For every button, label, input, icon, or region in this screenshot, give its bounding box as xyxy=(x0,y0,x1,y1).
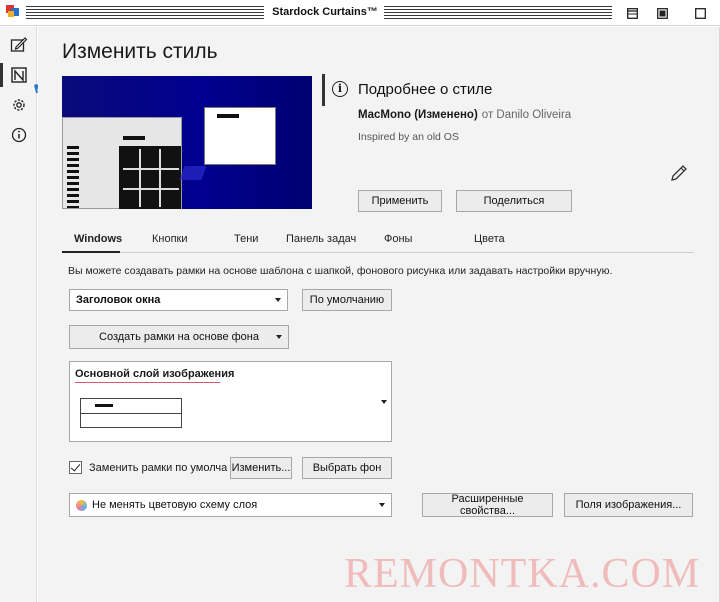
base-layer-title: Основной слой изображения xyxy=(75,368,235,380)
preview-cell xyxy=(123,188,179,190)
info-bar xyxy=(322,74,325,106)
preview-lines xyxy=(67,146,79,208)
title-bar-stripes-right xyxy=(384,6,612,20)
default-button[interactable]: По умолчанию xyxy=(302,289,392,311)
settings-gear-icon xyxy=(12,99,25,111)
info-icon: i xyxy=(332,81,348,97)
chevron-down-icon xyxy=(276,335,282,339)
title-bar-stripes-left xyxy=(26,6,264,20)
rail-item-styles[interactable] xyxy=(0,31,37,59)
tab-buttons[interactable]: Кнопки xyxy=(152,233,188,245)
window-title: Stardock Curtains™ xyxy=(270,6,380,18)
preview-cell xyxy=(139,149,141,207)
layer-underline xyxy=(75,382,220,383)
style-preview xyxy=(62,76,312,209)
style-author: от Danilo Oliveira xyxy=(481,109,572,121)
style-edit-icon xyxy=(10,37,27,52)
image-fields-button[interactable]: Поля изображения... xyxy=(564,493,693,517)
create-frames-dropdown[interactable]: Создать рамки на основе фона xyxy=(69,325,289,349)
replace-frames-checkbox[interactable] xyxy=(69,461,82,474)
title-element-value: Заголовок окна xyxy=(76,294,161,306)
layer-thumbnail xyxy=(80,398,182,428)
tab-windows[interactable]: Windows xyxy=(74,233,122,245)
tab-shadows[interactable]: Тени xyxy=(234,233,258,245)
tab-taskbar[interactable]: Панель задач xyxy=(286,233,356,245)
restore-button[interactable] xyxy=(652,3,672,23)
preview-stripe xyxy=(179,166,207,180)
tab-bar: Windows Кнопки Тени Панель задач Фоны Цв… xyxy=(62,227,694,253)
maximize-icon xyxy=(626,7,638,19)
app-logo-icon xyxy=(6,5,20,19)
restore-icon xyxy=(656,7,668,19)
preview-window-back xyxy=(62,117,182,209)
chevron-down-icon xyxy=(275,298,281,302)
rail-item-about[interactable] xyxy=(0,121,37,149)
title-bar: Stardock Curtains™ xyxy=(0,0,720,26)
color-scheme-value: Не менять цветовую схему слоя xyxy=(92,499,258,511)
tab-underline xyxy=(62,251,120,253)
page-title: Изменить стиль xyxy=(62,40,218,63)
layer-thumb-split xyxy=(81,413,181,414)
style-name-line: MacMono (Изменено) от Danilo Oliveira xyxy=(358,109,571,121)
preview-bar xyxy=(217,114,239,118)
change-button[interactable]: Изменить... xyxy=(230,457,292,479)
style-name: MacMono (Изменено) xyxy=(358,109,478,121)
pick-background-button[interactable]: Выбрать фон xyxy=(302,457,392,479)
info-icon xyxy=(11,127,26,143)
share-button[interactable]: Поделиться xyxy=(456,190,572,212)
tab-backgrounds[interactable]: Фоны xyxy=(384,233,412,245)
main-panel: Изменить стиль i Подробнее о стиле MacMo… xyxy=(38,27,720,602)
base-layer-selector[interactable]: Основной слой изображения xyxy=(69,361,392,442)
style-description: Inspired by an old OS xyxy=(358,131,459,143)
style-info-heading: Подробнее о стиле xyxy=(358,81,493,98)
preview-cell xyxy=(159,149,161,207)
preview-cell xyxy=(123,168,179,170)
title-element-select[interactable]: Заголовок окна xyxy=(69,289,288,311)
apply-button[interactable]: Применить xyxy=(358,190,442,212)
style-designer-icon xyxy=(10,67,27,83)
close-icon xyxy=(694,7,706,19)
chevron-down-icon xyxy=(381,400,387,404)
layer-thumb-bar xyxy=(95,404,113,407)
color-scheme-select[interactable]: Не менять цветовую схему слоя xyxy=(69,493,392,517)
preview-pane xyxy=(119,146,181,209)
maximize-button[interactable] xyxy=(622,3,642,23)
chevron-down-icon xyxy=(379,503,385,507)
advanced-properties-button[interactable]: Расширенные свойства... xyxy=(422,493,553,517)
watermark-text: REMONTKA.COM xyxy=(344,551,701,597)
replace-frames-label: Заменить рамки по умолча xyxy=(89,462,228,474)
edit-pencil-icon[interactable] xyxy=(669,163,689,183)
tab-colors[interactable]: Цвета xyxy=(474,233,505,245)
preview-bar xyxy=(123,136,145,140)
close-button[interactable] xyxy=(690,3,710,23)
preview-window-front xyxy=(204,107,276,165)
color-scheme-icon xyxy=(76,500,87,511)
create-frames-label: Создать рамки на основе фона xyxy=(99,331,259,343)
section-description: Вы можете создавать рамки на основе шабл… xyxy=(68,265,613,277)
